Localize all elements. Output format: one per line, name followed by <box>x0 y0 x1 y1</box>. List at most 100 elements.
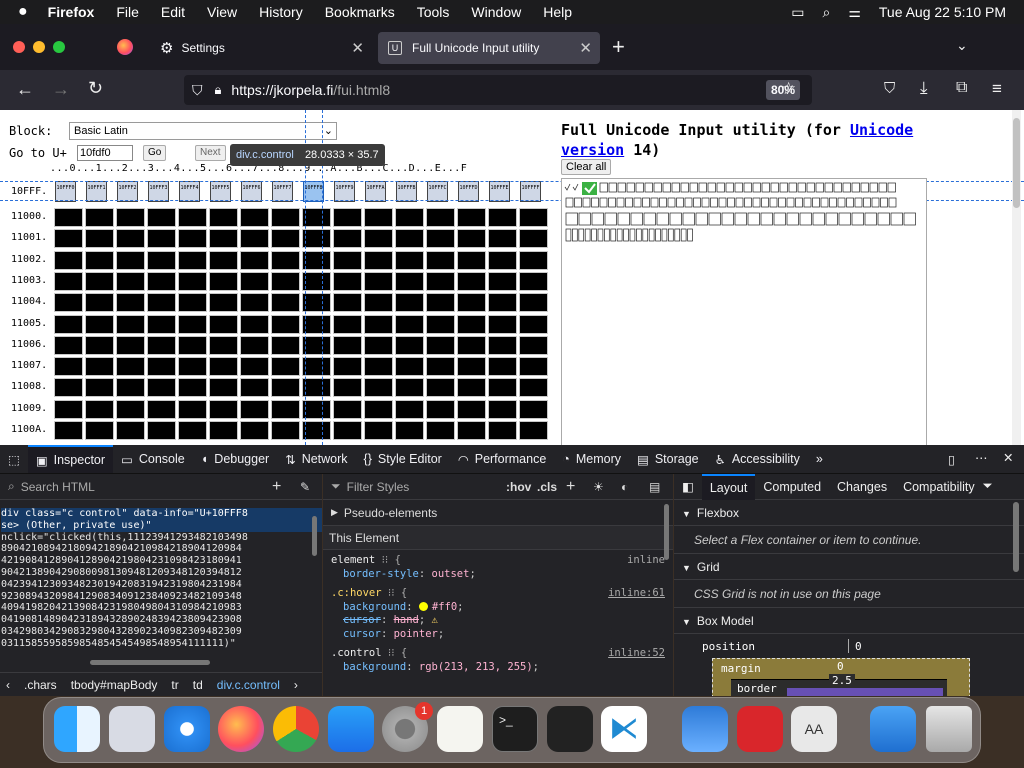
char-cell[interactable] <box>116 421 145 440</box>
char-cell[interactable] <box>488 229 517 249</box>
rule-header[interactable]: element ⁝⁝ {inline <box>331 554 665 568</box>
char-cell[interactable] <box>333 378 362 398</box>
char-cell[interactable] <box>271 208 300 227</box>
char-button[interactable]: 10FFFB <box>396 181 417 202</box>
grid-header[interactable]: ▼ Grid <box>674 554 1024 580</box>
launchpad-icon[interactable] <box>109 706 155 752</box>
char-cell[interactable] <box>271 314 300 334</box>
rule-header[interactable]: .control ⁝⁝ {inline:52 <box>331 647 665 661</box>
margin-box[interactable]: margin 0 border 2.5 <box>712 658 970 696</box>
char-cell[interactable] <box>519 250 548 270</box>
char-cell[interactable] <box>178 229 207 249</box>
char-cell[interactable] <box>302 208 331 227</box>
char-cell[interactable] <box>364 314 393 334</box>
char-cell[interactable] <box>116 229 145 249</box>
char-cell[interactable] <box>209 421 238 440</box>
char-cell[interactable] <box>364 399 393 419</box>
char-cell[interactable] <box>178 293 207 313</box>
char-cell[interactable] <box>85 314 114 334</box>
trash-icon[interactable] <box>926 706 972 752</box>
color-swatch[interactable] <box>418 601 428 611</box>
rule-source-link[interactable]: inline:61 <box>608 587 665 601</box>
tab-compatibility[interactable]: Compatibility <box>895 480 983 494</box>
char-button[interactable]: 10FFFC <box>427 181 448 202</box>
char-cell[interactable] <box>302 399 331 419</box>
control-center-icon[interactable]: ⚌ <box>848 4 861 21</box>
html-tree[interactable]: div class="c control" data-info="U+10FFF… <box>0 500 322 650</box>
menu-edit[interactable]: Edit <box>161 4 185 20</box>
safari-icon[interactable] <box>164 706 210 752</box>
property-value[interactable]: hand <box>394 614 419 626</box>
char-cell[interactable] <box>519 229 548 249</box>
html-line[interactable]: 0419081489042318943289024839423809423908 <box>1 614 322 626</box>
char-cell[interactable] <box>488 421 517 440</box>
char-cell[interactable] <box>426 271 455 291</box>
char-cell[interactable] <box>240 421 269 440</box>
char-cell[interactable] <box>209 293 238 313</box>
window-zoom-button[interactable] <box>53 41 65 53</box>
char-cell[interactable] <box>209 250 238 270</box>
rules-scrollbar[interactable] <box>664 504 669 560</box>
forward-icon[interactable]: → <box>52 79 70 100</box>
char-cell[interactable] <box>85 208 114 227</box>
char-cell[interactable] <box>178 357 207 377</box>
char-cell[interactable] <box>302 271 331 291</box>
char-cell[interactable] <box>333 271 362 291</box>
char-cell[interactable] <box>395 271 424 291</box>
char-button[interactable]: 10FFF9 <box>334 181 355 202</box>
char-cell[interactable] <box>333 314 362 334</box>
char-cell[interactable] <box>116 399 145 419</box>
html-line[interactable]: 0311585595859854854545498548954111111)" <box>1 638 322 650</box>
dark-theme-icon[interactable]: ◐ <box>621 480 628 494</box>
char-button[interactable]: 10FFF1 <box>86 181 107 202</box>
char-cell[interactable] <box>54 421 83 440</box>
char-cell[interactable] <box>271 271 300 291</box>
add-rule-icon[interactable]: + <box>566 478 575 496</box>
hov-toggle[interactable]: :hov <box>506 480 531 494</box>
char-cell[interactable] <box>147 399 176 419</box>
char-cell[interactable] <box>209 208 238 227</box>
html-line[interactable]: 8904210894218094218904210984218904120984 <box>1 543 322 555</box>
char-cell[interactable] <box>333 293 362 313</box>
breadcrumb-item[interactable]: .chars <box>24 678 57 692</box>
char-button[interactable]: 10FFF6 <box>241 181 262 202</box>
char-cell[interactable] <box>395 293 424 313</box>
devtools-close-icon[interactable]: ✕ <box>1003 450 1013 465</box>
char-cell[interactable] <box>488 314 517 334</box>
char-cell[interactable] <box>395 421 424 440</box>
char-cell[interactable] <box>54 378 83 398</box>
char-button[interactable]: 10FFFD <box>458 181 479 202</box>
downloads-folder-icon[interactable] <box>870 706 916 752</box>
char-button[interactable]: 10FFFF <box>520 181 541 202</box>
char-cell[interactable] <box>178 399 207 419</box>
char-cell[interactable] <box>364 271 393 291</box>
char-cell[interactable] <box>178 335 207 355</box>
char-cell[interactable] <box>395 314 424 334</box>
padding-box[interactable] <box>787 688 943 696</box>
breadcrumb-next-icon[interactable]: › <box>294 678 298 692</box>
rule-source-link[interactable]: inline <box>627 554 665 568</box>
char-cell[interactable] <box>85 229 114 249</box>
rule-list[interactable]: element ⁝⁝ {inline border-style: outset;.… <box>323 550 673 678</box>
window-close-button[interactable] <box>13 41 25 53</box>
char-button[interactable]: 10FFF0 <box>55 181 76 202</box>
char-cell[interactable] <box>54 271 83 291</box>
search-html-input[interactable]: Search HTML <box>21 480 95 494</box>
char-cell[interactable] <box>240 250 269 270</box>
photo-booth-icon[interactable] <box>737 706 783 752</box>
char-button[interactable]: 10FFF4 <box>179 181 200 202</box>
html-line[interactable]: 4219084128904128904219804231098423180941 <box>1 555 322 567</box>
tab-accessibility[interactable]: ♿︎ Accessibility <box>707 445 808 473</box>
page-scrollbar[interactable] <box>1012 110 1021 445</box>
char-cell[interactable] <box>457 293 486 313</box>
char-cell[interactable] <box>116 314 145 334</box>
property-value[interactable]: rgb(213, 213, 255) <box>419 661 533 673</box>
garageband-icon[interactable] <box>547 706 593 752</box>
char-cell[interactable] <box>333 335 362 355</box>
tab-layout[interactable]: Layout <box>701 474 756 500</box>
char-cell[interactable] <box>178 421 207 440</box>
rule-property[interactable]: border-style: outset; <box>331 568 665 582</box>
char-cell[interactable] <box>426 335 455 355</box>
html-line[interactable]: 9042138904290800981309481209348120394812 <box>1 567 322 579</box>
next-button[interactable]: Next <box>195 145 226 161</box>
